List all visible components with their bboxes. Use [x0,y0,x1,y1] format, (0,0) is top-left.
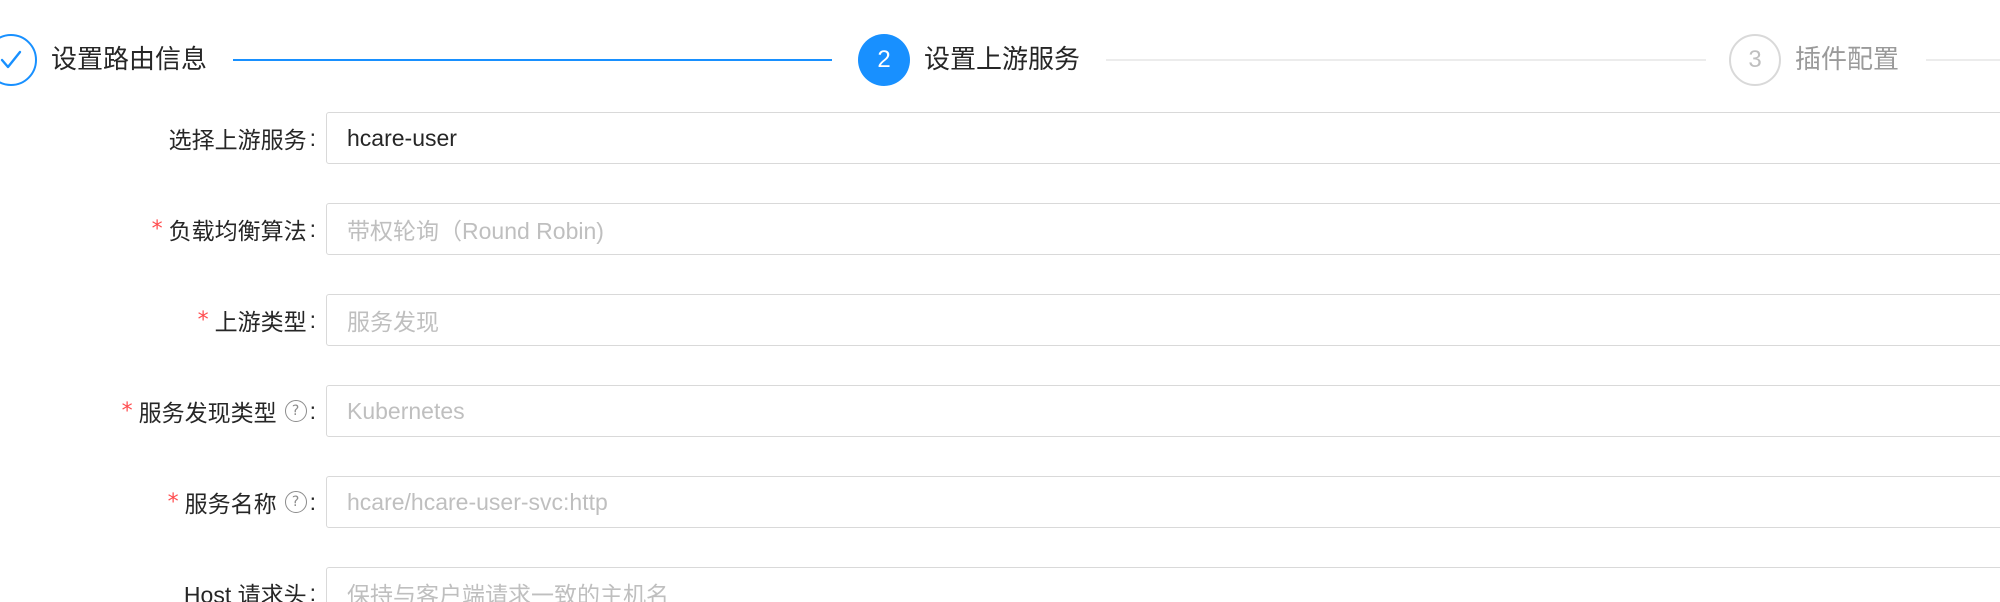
service-name-label-text: 服务名称 [184,491,277,517]
upstream-type-label-text: 上游类型 [214,309,307,335]
host-header-label: Host 请求头: [184,567,316,602]
step-2-active-circle: 2 [858,34,910,86]
service-name-placeholder: hcare/hcare-user-svc:http [347,488,608,515]
host-header-label-text: Host 请求头 [183,582,307,602]
step-1-connector [233,59,832,61]
check-icon [0,50,22,69]
form-row-upstream-type: * 上游类型: 服务发现 [0,294,2000,346]
step-2-connector [1106,59,1706,61]
upstream-service-label: 选择上游服务: [169,112,316,164]
upstream-type-placeholder: 服务发现 [347,309,439,335]
step-3-connector [1926,59,2000,61]
upstream-type-select[interactable]: 服务发现 [326,294,2000,346]
step-1-title[interactable]: 设置路由信息 [51,41,207,77]
service-name-input[interactable]: hcare/hcare-user-svc:http [326,476,2000,528]
upstream-type-label: * 上游类型: [198,294,316,346]
service-name-label: * 服务名称 ?: [168,476,316,528]
steps-bar: 设置路由信息 2 设置上游服务 3 插件配置 [0,0,2000,120]
route-wizard-page: 设置路由信息 2 设置上游服务 3 插件配置 选择上游服务: hcare-use… [0,0,2000,602]
lb-algorithm-select[interactable]: 带权轮询（Round Robin) [326,203,2000,255]
discovery-type-label-text: 服务发现类型 [138,400,277,426]
step-2-title[interactable]: 设置上游服务 [924,41,1080,77]
required-star: * [197,307,209,333]
form-row-lb-algorithm: * 负载均衡算法: 带权轮询（Round Robin) [0,203,2000,255]
host-header-select[interactable]: 保持与客户端请求一致的主机名 [326,567,2000,602]
required-star: * [167,489,179,515]
lb-algorithm-placeholder: 带权轮询（Round Robin) [347,218,604,244]
upstream-service-select[interactable]: hcare-user [326,112,2000,164]
discovery-type-select[interactable]: Kubernetes [326,385,2000,437]
host-header-placeholder: 保持与客户端请求一致的主机名 [347,582,669,602]
discovery-type-label: * 服务发现类型 ?: [122,385,316,437]
required-star: * [121,398,133,424]
form-row-upstream-service: 选择上游服务: hcare-user [0,112,2000,164]
upstream-service-value: hcare-user [347,124,457,151]
question-circle-icon[interactable]: ? [284,400,307,422]
form-row-service-name: * 服务名称 ?: hcare/hcare-user-svc:http [0,476,2000,528]
upstream-service-label-text: 选择上游服务 [168,127,307,153]
form-row-discovery-type: * 服务发现类型 ?: Kubernetes [0,385,2000,437]
step-3-waiting-circle: 3 [1729,34,1781,86]
step-1-finished-circle [0,34,37,86]
lb-algorithm-label-text: 负载均衡算法 [168,218,307,244]
required-star: * [151,216,163,242]
question-circle-icon[interactable]: ? [284,491,307,513]
form-row-host-header: Host 请求头: 保持与客户端请求一致的主机名 [0,567,2000,602]
step-3-title[interactable]: 插件配置 [1795,41,1899,77]
discovery-type-placeholder: Kubernetes [347,397,465,424]
lb-algorithm-label: * 负载均衡算法: [152,203,316,255]
